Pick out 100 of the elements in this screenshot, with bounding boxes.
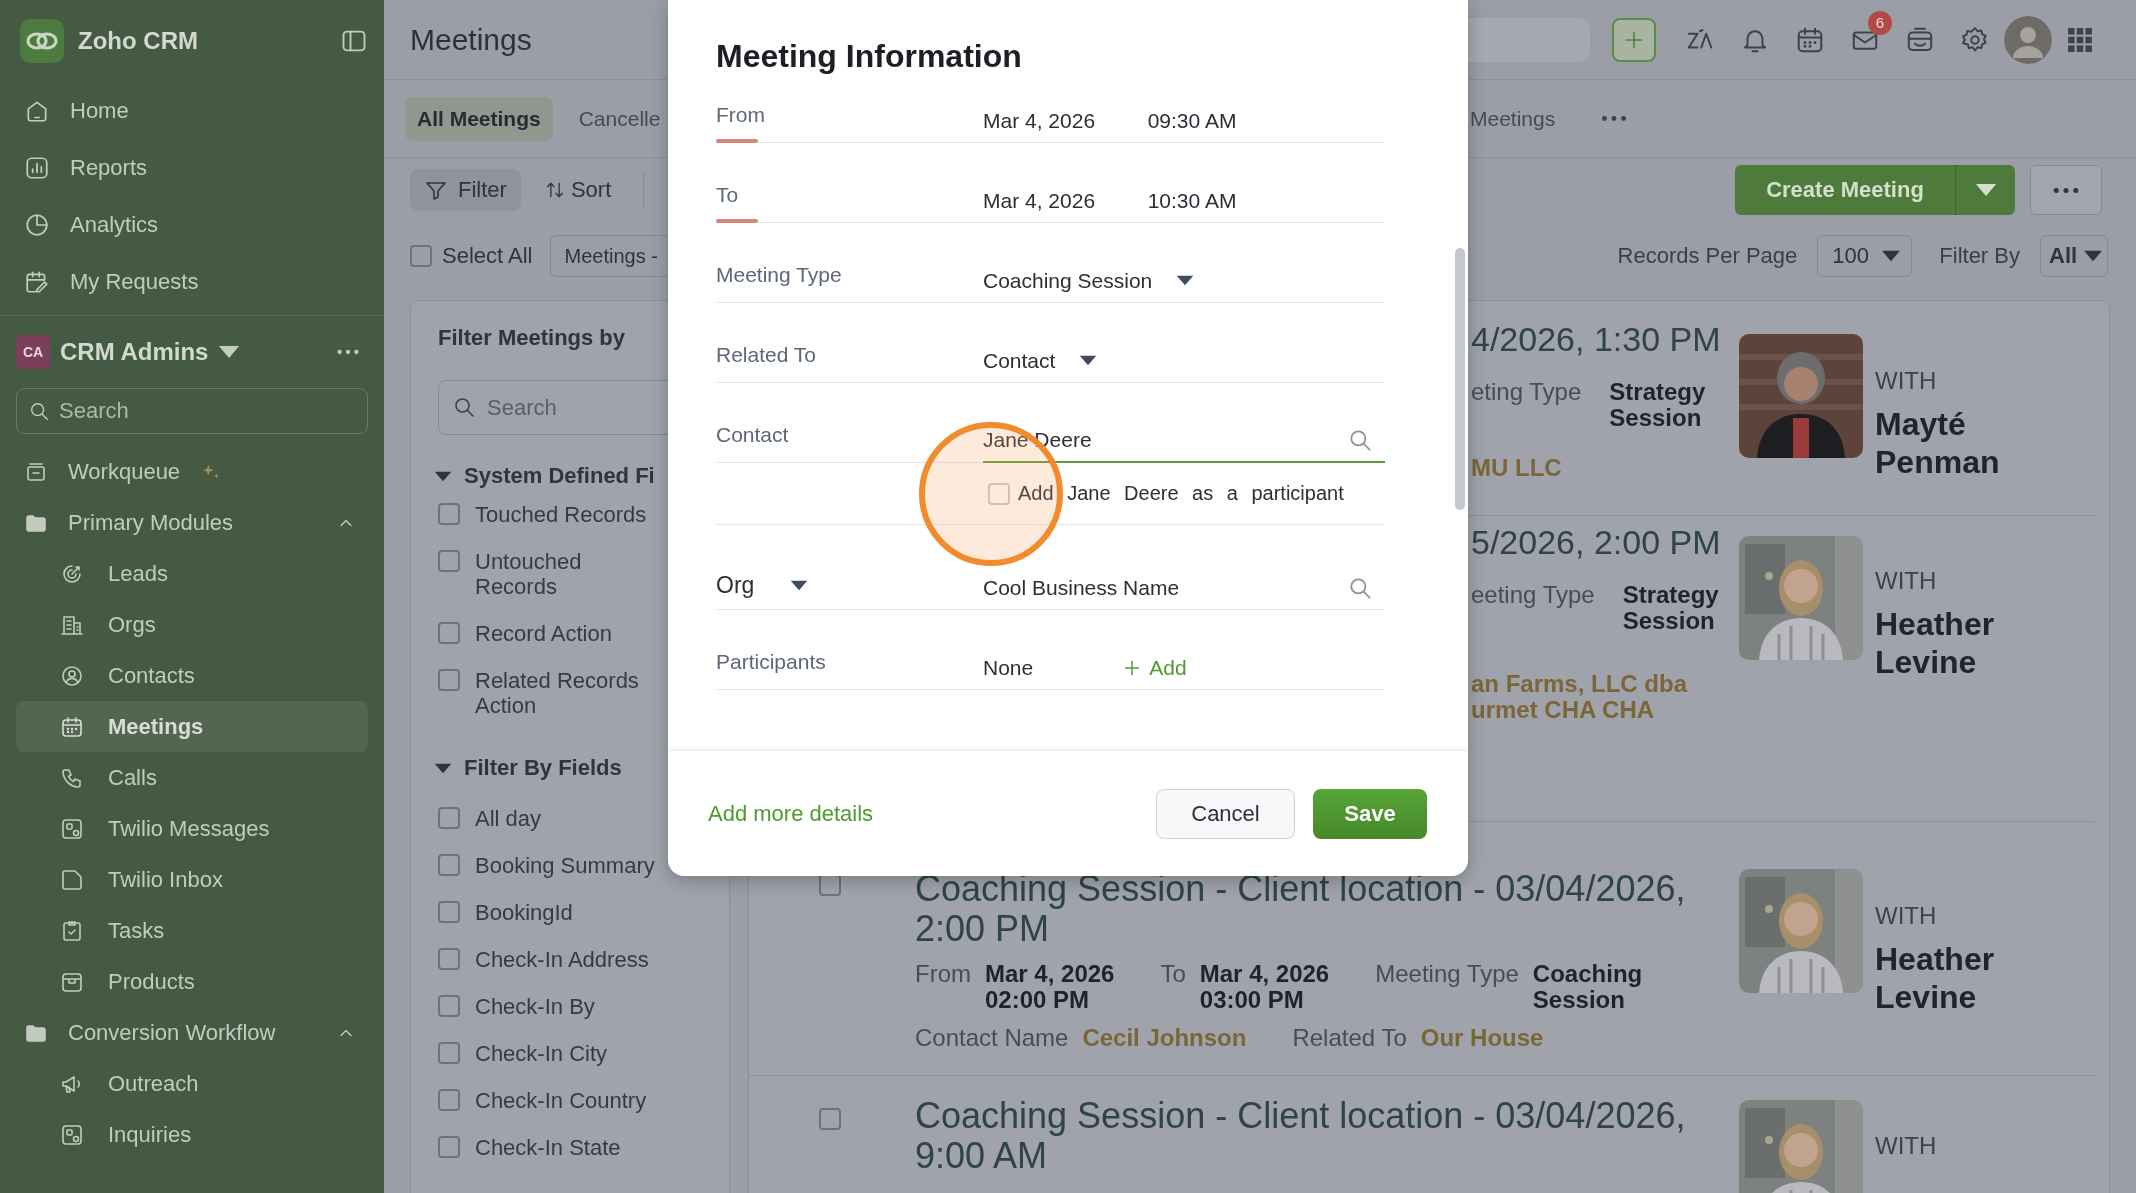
group-header[interactable]: Primary Modules (16, 497, 368, 548)
gear-square-icon (60, 1122, 84, 1147)
sidebar-item[interactable]: Twilio Messages (16, 803, 368, 854)
filter-option[interactable]: Check-In By (438, 983, 729, 1030)
contact-name[interactable]: Heather Levine (1875, 605, 2055, 681)
checkbox[interactable] (438, 807, 460, 829)
checkbox[interactable] (438, 1042, 460, 1064)
field-label: eting Type (1471, 379, 1582, 405)
workspace-name[interactable]: CRM Admins (60, 338, 209, 366)
add-link[interactable]: Add (1121, 655, 1187, 680)
notification-badge: 6 (1868, 10, 1892, 35)
meeting-title[interactable]: 4/2026, 1:30 PM (1471, 319, 1731, 359)
global-search-field[interactable] (1468, 17, 1590, 62)
filter-button[interactable]: Filter (410, 169, 521, 211)
checkbox[interactable] (438, 901, 460, 923)
sidebar-item[interactable]: Twilio Inbox (16, 854, 368, 905)
more-icon (2052, 186, 2080, 194)
lookup-field[interactable]: Cool Business Name (983, 566, 1385, 610)
checkbox[interactable] (438, 1136, 460, 1158)
sidebar-item[interactable]: Contacts (16, 650, 368, 701)
filter-option[interactable]: Check-In Address (438, 936, 729, 983)
filter-option[interactable]: BookingId (438, 889, 729, 936)
tab[interactable]: All Meetings (405, 96, 553, 141)
filter-by-dropdown[interactable]: All (2040, 235, 2108, 277)
tab[interactable]: Meetings (1468, 96, 1568, 141)
required-underline (716, 139, 758, 143)
sidebar-item[interactable]: Calls (16, 752, 368, 803)
add-more-details-link[interactable]: Add more details (708, 800, 1156, 827)
group-header[interactable]: Conversion Workflow (16, 1007, 368, 1058)
search-icon (28, 400, 50, 422)
add-button[interactable] (1612, 17, 1656, 62)
time-field[interactable]: 09:30 AM (1147, 108, 1333, 133)
sidebar-item[interactable]: Meetings (16, 701, 368, 752)
select-field[interactable]: Coaching Session (983, 268, 1195, 293)
save-button[interactable]: Save (1313, 788, 1427, 839)
checkbox[interactable] (438, 550, 460, 572)
contact-name[interactable]: Mayté Penman (1875, 405, 2055, 481)
contact-name[interactable]: Heather Levine (1875, 940, 2055, 1016)
workspace-badge: CA (16, 335, 50, 369)
meeting-title[interactable]: Coaching Session - Client location - 03/04/2026, 9:00 AM (915, 1096, 1705, 1176)
tab[interactable]: Cancelle (566, 96, 673, 141)
more-button[interactable] (2030, 165, 2102, 215)
field-label: From (915, 961, 971, 987)
checkbox[interactable] (819, 1108, 841, 1130)
caret-icon (2083, 250, 2104, 262)
dialog-title: Meeting Information (716, 37, 1023, 76)
filter-option[interactable]: Touched Records (438, 491, 729, 538)
pie-chart-icon (24, 211, 50, 238)
sort-button[interactable]: Sort (544, 177, 612, 203)
date-field[interactable]: Mar 4, 2026 (983, 108, 1096, 133)
calendar-pen-icon (24, 268, 50, 295)
filter-option[interactable]: Check-In City (438, 1030, 729, 1077)
field-value: Coaching Session (1532, 961, 1643, 1013)
checkbox[interactable] (438, 622, 460, 644)
sidebar-item[interactable]: Tasks (16, 905, 368, 956)
select-field[interactable]: Contact (983, 348, 1098, 373)
with-label: WITH (1875, 1132, 1938, 1160)
time-field[interactable]: 10:30 AM (1147, 188, 1333, 213)
field-label: Participants (716, 649, 827, 675)
checkbox[interactable] (438, 948, 460, 970)
sidebar-item[interactable]: Outreach (16, 1058, 368, 1109)
sidebar-item[interactable]: Orgs (16, 599, 368, 650)
sidebar-item[interactable]: Workqueue (16, 446, 368, 497)
field-label: To (716, 182, 740, 208)
sidebar-item[interactable]: Products (16, 956, 368, 1007)
with-label: WITH (1875, 902, 1938, 930)
sidebar-item[interactable]: Inquiries (16, 1109, 368, 1160)
label-dropdown[interactable]: Org (716, 572, 983, 599)
checkbox[interactable] (438, 995, 460, 1017)
checkbox[interactable] (438, 1089, 460, 1111)
panel-title: Filter Meetings by (438, 325, 627, 351)
checkbox[interactable] (988, 482, 1010, 505)
checkbox[interactable] (438, 854, 460, 876)
apps-menu-icon[interactable] (2067, 26, 2093, 53)
field-label: Meeting Type (1375, 961, 1519, 987)
field-label: Related To (716, 342, 818, 368)
field-label: Contact Name (915, 1025, 1069, 1051)
scrollbar[interactable] (1455, 248, 1465, 510)
checkbox[interactable] (438, 669, 460, 691)
search-field[interactable]: Search (16, 388, 368, 434)
avatar-icon[interactable] (2004, 15, 2052, 64)
select-all-option[interactable]: Select All (410, 243, 533, 269)
section-header[interactable]: Filter By Fields (434, 755, 729, 781)
nav-item[interactable]: Reports (16, 139, 368, 196)
checkbox[interactable] (438, 503, 460, 525)
meeting-title[interactable]: 5/2026, 2:00 PM (1471, 522, 1731, 562)
filter-option[interactable]: Check-In Country (438, 1077, 729, 1124)
nav-item[interactable]: Home (16, 82, 368, 139)
sidebar-item[interactable]: Leads (16, 548, 368, 599)
nav-item[interactable]: My Requests (16, 253, 368, 310)
date-field[interactable]: Mar 4, 2026 (983, 188, 1096, 213)
records-per-page-dropdown[interactable]: 100 (1817, 235, 1913, 277)
filter-option[interactable]: Check-In State (438, 1124, 729, 1171)
checkbox[interactable] (410, 245, 432, 267)
cancel-button[interactable]: Cancel (1156, 788, 1295, 839)
checkbox-option[interactable]: Add Jane Deere as a participant (983, 482, 1344, 505)
filter-option[interactable]: Booking Summary (438, 842, 729, 889)
nav-item[interactable]: Analytics (16, 196, 368, 253)
section-header[interactable]: System Defined Fi (434, 463, 729, 489)
caret-icon (1974, 183, 1997, 197)
